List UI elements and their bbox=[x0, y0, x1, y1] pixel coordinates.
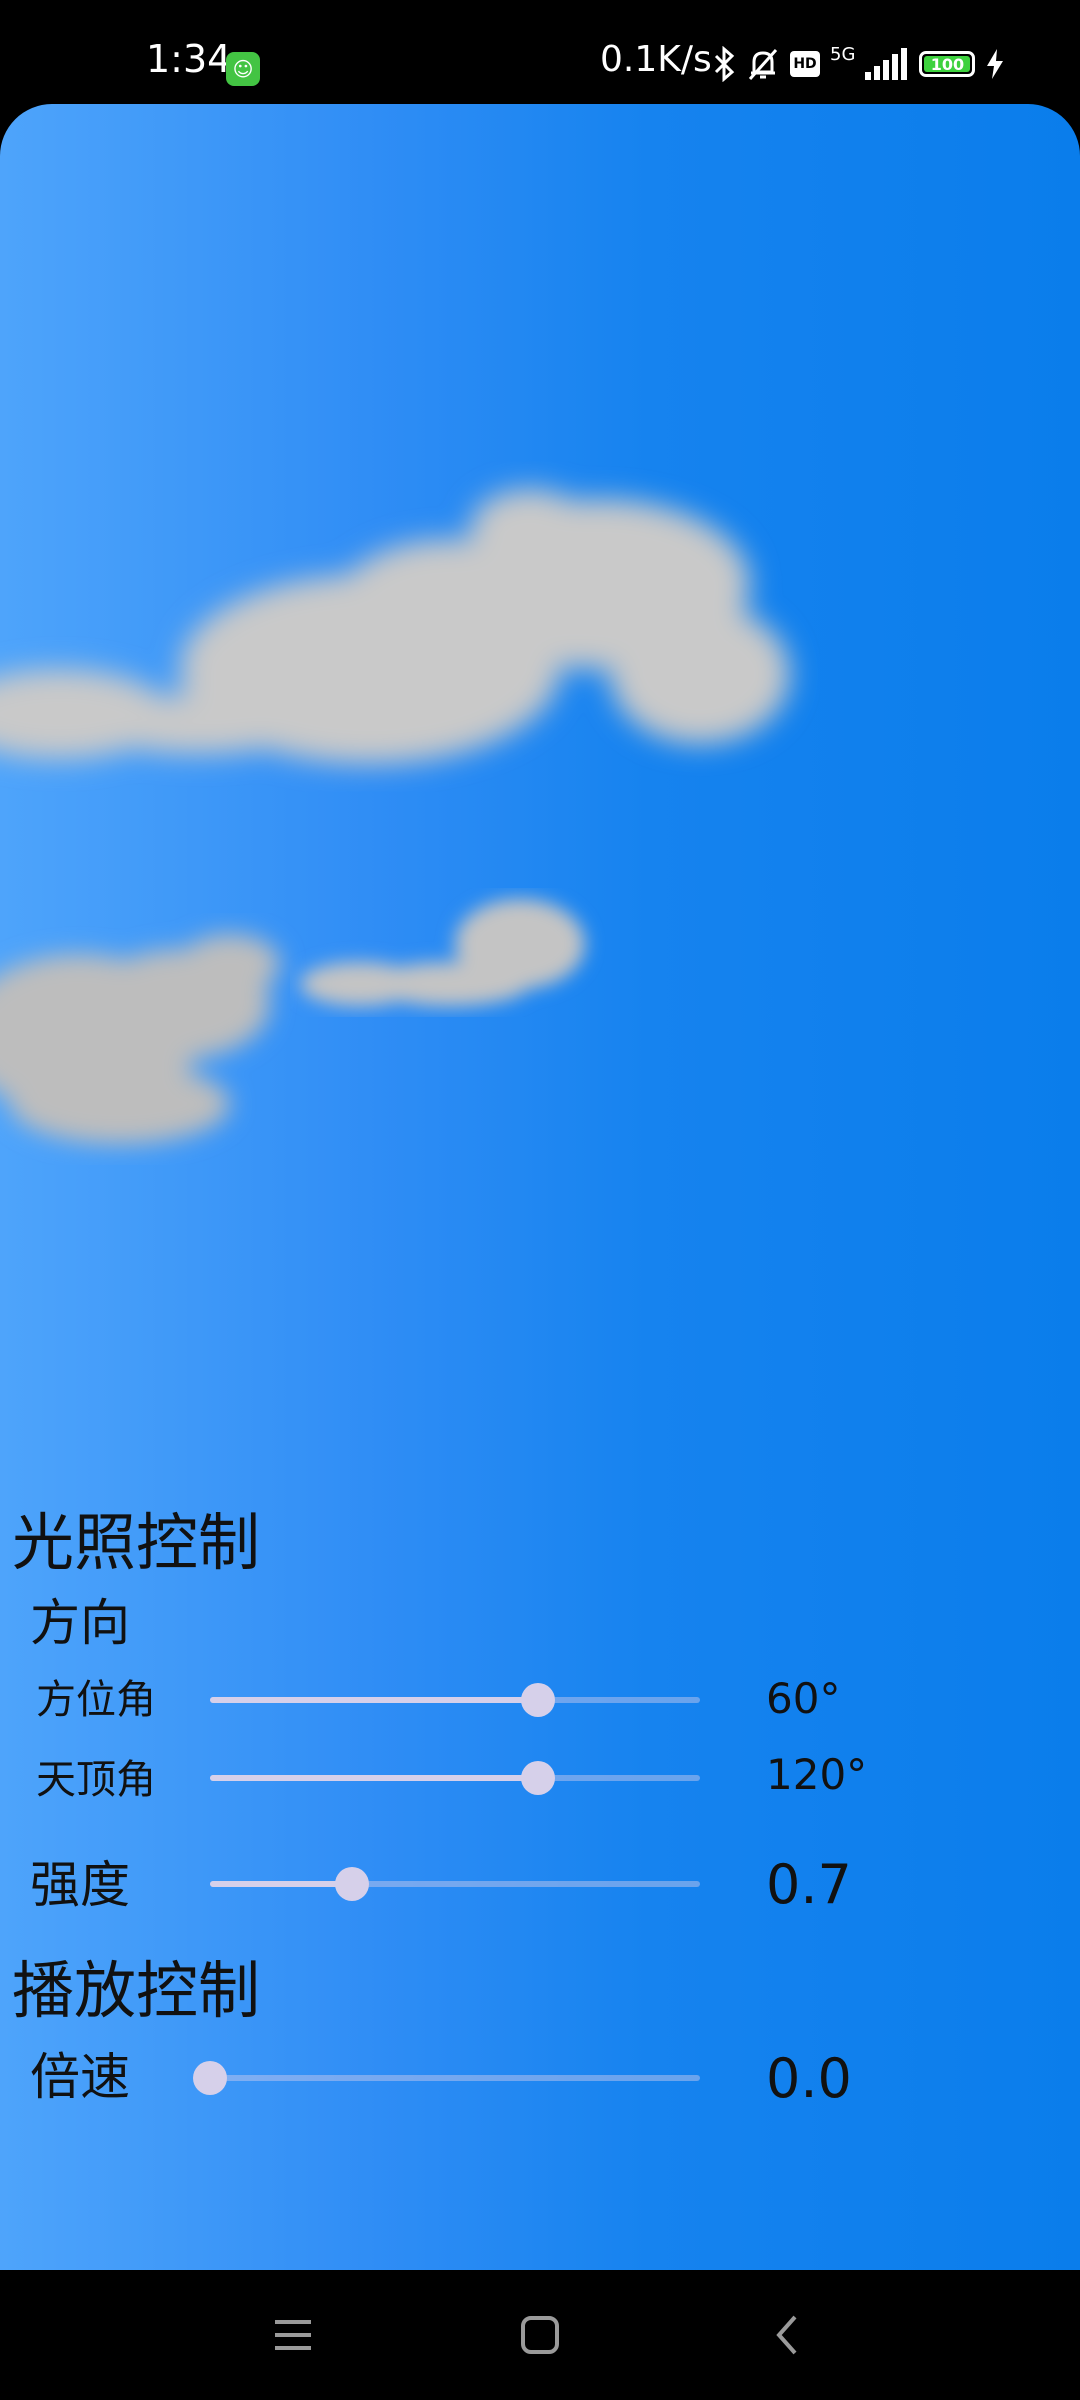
speed-label: 倍速 bbox=[30, 2048, 130, 2106]
speed-value: 0.0 bbox=[766, 2047, 852, 2110]
cloud-small-left bbox=[0, 934, 280, 1144]
status-time: 1:34 bbox=[146, 37, 232, 81]
hd-label: HD bbox=[793, 56, 817, 72]
zenith-label: 天顶角 bbox=[36, 1757, 156, 1803]
menu-icon bbox=[275, 2320, 311, 2350]
bluetooth-icon bbox=[714, 46, 735, 82]
system-icons: HD 5G 100 bbox=[712, 44, 1005, 84]
cloud-small-right bbox=[300, 899, 585, 1006]
intensity-slider[interactable] bbox=[210, 1864, 700, 1904]
azimuth-slider-thumb[interactable] bbox=[521, 1683, 556, 1717]
back-icon bbox=[776, 2315, 797, 2355]
intensity-slider-thumb[interactable] bbox=[335, 1867, 370, 1901]
silent-bell-icon bbox=[748, 48, 778, 81]
battery-group: 100 bbox=[919, 51, 976, 77]
lighting-control-title: 光照控制 bbox=[12, 1506, 261, 1579]
sky-view[interactable] bbox=[0, 104, 1080, 2270]
charging-icon bbox=[987, 49, 1004, 79]
playback-control-title: 播放控制 bbox=[12, 1954, 261, 2027]
intensity-label: 强度 bbox=[30, 1856, 130, 1914]
screen: 1:34 ☺ 0.1K/s HD 5G 100 光照控制 方向 方位角 60° … bbox=[0, 0, 1080, 2400]
zenith-value: 120° bbox=[766, 1750, 868, 1799]
intensity-value: 0.7 bbox=[766, 1853, 852, 1916]
direction-title: 方向 bbox=[30, 1594, 130, 1652]
app-notification-icon: ☺ bbox=[226, 52, 260, 86]
zenith-slider-thumb[interactable] bbox=[521, 1761, 556, 1795]
home-button[interactable] bbox=[505, 2300, 575, 2370]
back-button[interactable] bbox=[752, 2300, 822, 2370]
battery-icon: 100 bbox=[919, 51, 976, 77]
speed-slider[interactable] bbox=[193, 2058, 700, 2098]
network-speed: 0.1K/s bbox=[600, 39, 712, 80]
navigation-bar bbox=[0, 2270, 1080, 2400]
network-type: 5G bbox=[830, 43, 856, 65]
speed-slider-thumb[interactable] bbox=[193, 2061, 227, 2095]
home-icon bbox=[521, 2316, 559, 2354]
hd-icon: HD bbox=[790, 51, 820, 77]
azimuth-value: 60° bbox=[766, 1674, 841, 1723]
status-bar: 1:34 ☺ 0.1K/s HD 5G 100 bbox=[0, 0, 1080, 104]
menu-button[interactable] bbox=[258, 2300, 328, 2370]
azimuth-label: 方位角 bbox=[36, 1677, 156, 1723]
signal-icon bbox=[865, 48, 908, 80]
azimuth-slider[interactable] bbox=[210, 1680, 700, 1720]
battery-level: 100 bbox=[930, 54, 965, 74]
zenith-slider[interactable] bbox=[210, 1758, 700, 1798]
